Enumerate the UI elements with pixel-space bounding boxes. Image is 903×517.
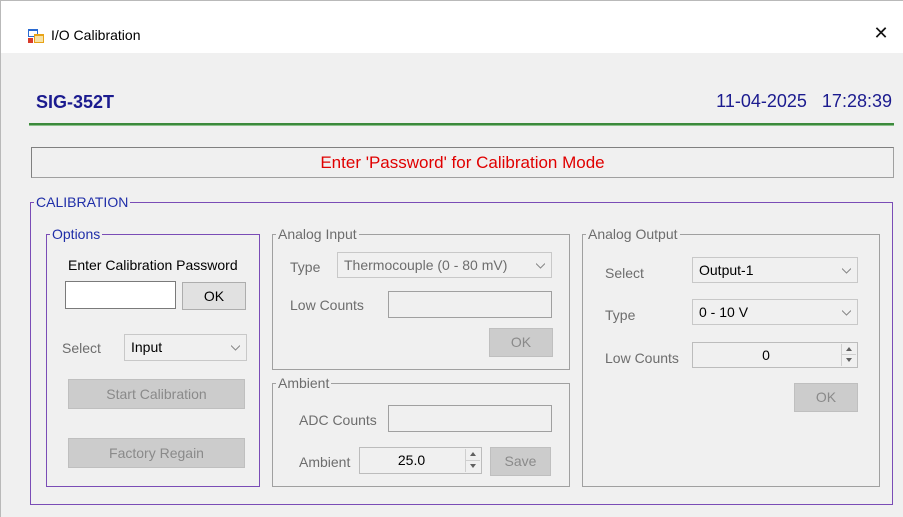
adc-counts-field[interactable] <box>388 405 552 432</box>
io-calibration-window: I/O Calibration ✕ SIG-352T 11-04-2025 17… <box>0 0 903 517</box>
analog-output-select-label: Select <box>605 265 644 281</box>
app-window-icon <box>28 29 44 43</box>
options-select-value: Input <box>131 339 163 355</box>
adc-counts-label: ADC Counts <box>299 412 377 428</box>
spin-down-arrow-icon[interactable] <box>466 461 480 473</box>
analog-input-low-counts-field[interactable] <box>388 291 552 318</box>
header-bar: SIG-352T 11-04-2025 17:28:39 <box>1 53 903 129</box>
time-text: 17:28:39 <box>821 91 892 111</box>
analog-input-low-counts-label: Low Counts <box>290 297 364 313</box>
chevron-down-icon <box>231 345 240 351</box>
analog-output-type-label: Type <box>605 307 636 323</box>
options-select-dropdown[interactable]: Input <box>124 334 247 361</box>
date-text: 11-04-2025 <box>716 91 807 111</box>
datetime-display: 11-04-2025 17:28:39 <box>716 91 892 112</box>
header-divider <box>29 123 894 126</box>
ambient-group-title: Ambient <box>278 375 330 391</box>
close-button[interactable]: ✕ <box>858 15 903 53</box>
ambient-value: 25.0 <box>397 452 426 468</box>
password-ok-button[interactable]: OK <box>182 282 246 310</box>
spin-down-arrow-icon[interactable] <box>842 355 856 366</box>
analog-output-low-counts-label: Low Counts <box>605 350 679 366</box>
title-bar: I/O Calibration ✕ <box>1 1 903 53</box>
analog-output-group-title: Analog Output <box>588 226 678 242</box>
chevron-down-icon <box>536 263 545 269</box>
calibration-group-title: CALIBRATION <box>36 194 129 210</box>
analog-output-type-value: 0 - 10 V <box>699 304 749 320</box>
analog-output-select-dropdown[interactable]: Output-1 <box>692 257 858 283</box>
password-label: Enter Calibration Password <box>68 257 238 273</box>
analog-output-ok-button[interactable]: OK <box>794 383 858 412</box>
status-message-box: Enter 'Password' for Calibration Mode <box>31 147 894 178</box>
spin-up-arrow-icon[interactable] <box>842 344 856 355</box>
ambient-spinner[interactable]: 25.0 <box>359 447 482 474</box>
analog-input-type-value: Thermocouple (0 - 80 mV) <box>344 257 508 273</box>
analog-input-group-title: Analog Input <box>278 226 357 242</box>
chevron-down-icon <box>842 310 851 316</box>
start-calibration-button[interactable]: Start Calibration <box>68 379 245 409</box>
analog-input-ok-button[interactable]: OK <box>489 328 553 357</box>
analog-output-low-counts-value: 0 <box>762 347 770 363</box>
device-model-label: SIG-352T <box>36 92 115 112</box>
spin-up-arrow-icon[interactable] <box>466 449 480 461</box>
chevron-down-icon <box>842 268 851 274</box>
window-title: I/O Calibration <box>51 27 141 43</box>
analog-input-type-label: Type <box>290 259 321 275</box>
options-group-title: Options <box>52 226 101 242</box>
analog-input-type-dropdown[interactable]: Thermocouple (0 - 80 mV) <box>337 252 552 278</box>
analog-output-low-counts-spinner[interactable]: 0 <box>692 342 858 368</box>
analog-output-type-dropdown[interactable]: 0 - 10 V <box>692 299 858 325</box>
factory-regain-button[interactable]: Factory Regain <box>68 438 245 468</box>
ambient-save-button[interactable]: Save <box>490 447 551 476</box>
ambient-label: Ambient <box>299 454 351 470</box>
password-input[interactable] <box>65 281 176 309</box>
status-message: Enter 'Password' for Calibration Mode <box>320 153 605 172</box>
options-select-label: Select <box>62 340 101 356</box>
analog-output-select-value: Output-1 <box>699 262 754 278</box>
